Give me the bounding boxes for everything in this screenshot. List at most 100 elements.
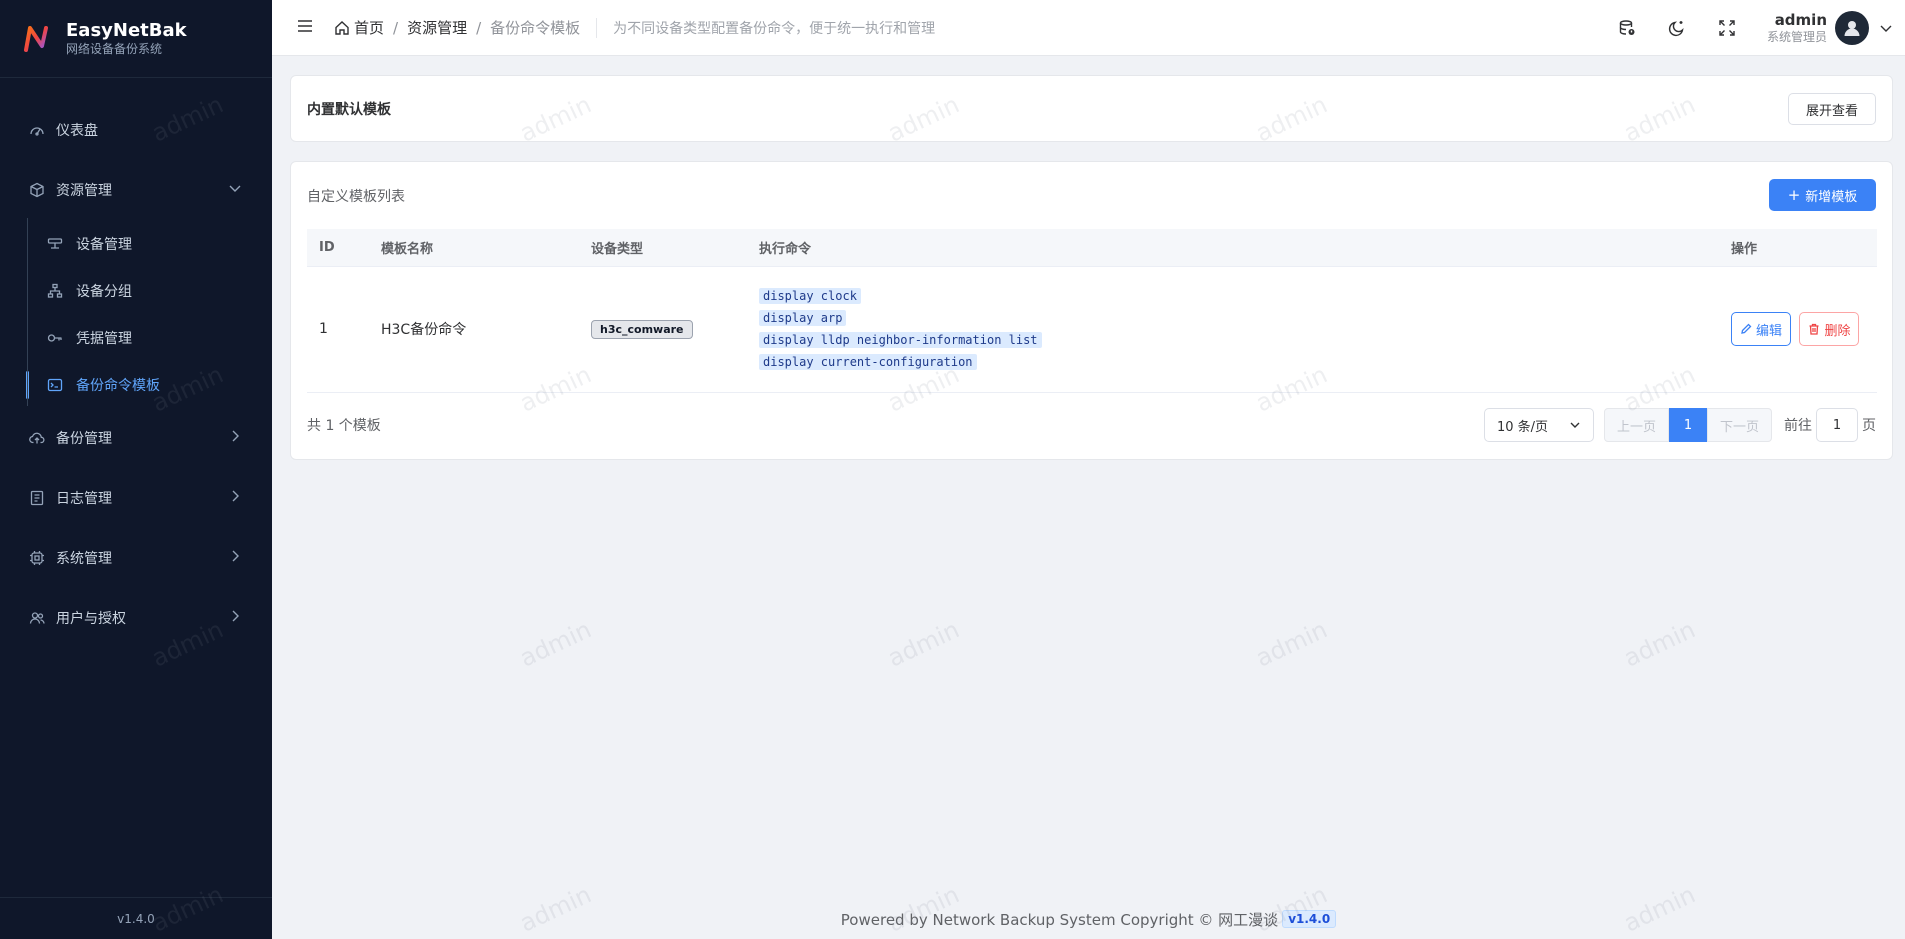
chevron-right-icon — [228, 549, 242, 567]
cell-id: 1 — [307, 266, 369, 393]
expand-view-button[interactable]: 展开查看 — [1788, 93, 1876, 125]
edit-label: 编辑 — [1756, 323, 1783, 339]
watermark-text: admin — [1619, 615, 1700, 673]
chevron-right-icon — [228, 429, 242, 447]
header-divider — [596, 17, 598, 38]
pencil-icon — [1740, 323, 1752, 335]
column-header-id[interactable]: ID — [307, 229, 369, 267]
database-icon[interactable] — [1617, 18, 1637, 38]
page-number-current[interactable]: 1 — [1669, 408, 1707, 442]
sidebar-item-device-management[interactable]: 设备管理 — [0, 220, 272, 267]
moon-icon[interactable] — [1667, 18, 1687, 38]
total-count: 共 1 个模板 — [307, 418, 381, 434]
device-type-tag: h3c_comware — [591, 319, 693, 339]
sidebar-item-label: 用户与授权 — [56, 611, 126, 627]
sitemap-icon — [46, 282, 64, 300]
command-list: display clock display arp display lldp n… — [759, 288, 1719, 370]
command-item: display lldp neighbor-information list — [759, 332, 1042, 348]
home-icon — [334, 20, 350, 36]
sidebar-item-device-groups[interactable]: 设备分组 — [0, 267, 272, 314]
sidebar-item-label: 仪表盘 — [56, 123, 98, 139]
watermark-text: admin — [883, 615, 964, 673]
goto-page-input[interactable] — [1816, 408, 1858, 442]
breadcrumb-separator: / — [393, 18, 399, 37]
edit-button[interactable]: 编辑 — [1731, 312, 1792, 346]
logo-icon — [24, 25, 48, 52]
add-template-label: 新增模板 — [1805, 189, 1858, 205]
resources-submenu: 设备管理 设备分组 凭据管理 备份命令模板 — [0, 220, 272, 408]
page-size-value: 10 条/页 — [1497, 419, 1549, 435]
column-header-actions: 操作 — [1719, 229, 1877, 267]
cell-template-name: H3C备份命令 — [369, 266, 579, 393]
next-page-button[interactable]: 下一页 — [1707, 408, 1772, 442]
page-footer: Powered by Network Backup System Copyrig… — [272, 907, 1905, 931]
pagination: 10 条/页 上一页 1 下一页 前往 页 — [1484, 408, 1876, 442]
plus-icon: + — [1787, 185, 1801, 204]
page-description: 为不同设备类型配置备份命令，便于统一执行和管理 — [613, 20, 936, 37]
column-header-name[interactable]: 模板名称 — [369, 229, 579, 267]
breadcrumb-home[interactable]: 首页 — [354, 17, 384, 38]
sidebar-item-label: 凭据管理 — [76, 330, 132, 347]
sidebar-nav: 仪表盘 资源管理 设备管理 设备分组 凭据管理 备份命令模板 备份管理 日志管理… — [0, 78, 272, 648]
sidebar-item-users[interactable]: 用户与授权 — [0, 588, 272, 648]
menu-toggle-icon[interactable] — [296, 17, 314, 39]
dashboard-icon — [28, 121, 46, 139]
cloud-upload-icon — [28, 429, 46, 447]
top-header: 首页 / 资源管理 / 备份命令模板 为不同设备类型配置备份命令，便于统一执行和… — [272, 0, 1905, 56]
cell-device-type: h3c_comware — [579, 266, 747, 393]
goto-page: 前往 页 — [1784, 408, 1876, 442]
breadcrumb-current: 备份命令模板 — [490, 19, 581, 37]
chevron-right-icon — [228, 489, 242, 507]
column-header-commands[interactable]: 执行命令 — [747, 229, 1719, 267]
sidebar-item-label: 设备管理 — [76, 236, 132, 253]
fullscreen-icon[interactable] — [1717, 18, 1737, 38]
footer-text: Powered by Network Backup System Copyrig… — [840, 910, 1279, 929]
prev-page-button[interactable]: 上一页 — [1604, 408, 1669, 442]
watermark-text: admin — [1251, 615, 1332, 673]
avatar[interactable] — [1835, 11, 1869, 45]
builtin-templates-title: 内置默认模板 — [307, 102, 391, 118]
brand-name: EasyNetBak — [66, 19, 187, 41]
user-role: 系统管理员 — [1766, 29, 1827, 44]
delete-button[interactable]: 删除 — [1799, 312, 1860, 346]
goto-suffix: 页 — [1862, 418, 1876, 434]
goto-prefix: 前往 — [1784, 418, 1812, 434]
chevron-down-icon — [1569, 419, 1581, 431]
log-icon — [28, 489, 46, 507]
table-row: 1 H3C备份命令 h3c_comware display clock disp… — [307, 266, 1877, 393]
sidebar: EasyNetBak 网络设备备份系统 仪表盘 资源管理 设备管理 设备分组 凭… — [0, 0, 272, 939]
user-menu[interactable]: admin 系统管理员 — [1767, 11, 1893, 45]
sidebar-item-label: 系统管理 — [56, 551, 112, 567]
sidebar-item-label: 备份命令模板 — [76, 377, 160, 394]
sidebar-item-backup[interactable]: 备份管理 — [0, 408, 272, 468]
sidebar-item-label: 日志管理 — [56, 491, 112, 507]
sidebar-item-label: 备份管理 — [56, 431, 112, 447]
page-size-select[interactable]: 10 条/页 — [1484, 408, 1594, 442]
watermark-text: admin — [515, 615, 596, 673]
cpu-icon — [28, 549, 46, 567]
submenu-guide-line — [27, 218, 28, 406]
trash-icon — [1808, 323, 1820, 335]
sidebar-item-credentials[interactable]: 凭据管理 — [0, 314, 272, 361]
sidebar-item-label: 设备分组 — [76, 283, 132, 300]
sidebar-item-backup-templates[interactable]: 备份命令模板 — [0, 361, 272, 408]
sidebar-version: v1.4.0 — [0, 897, 272, 939]
add-template-button[interactable]: + 新增模板 — [1769, 179, 1876, 211]
brand[interactable]: EasyNetBak 网络设备备份系统 — [0, 0, 272, 78]
templates-table: ID 模板名称 设备类型 执行命令 操作 1 H3C备份命令 h3c_comwa… — [307, 229, 1877, 393]
sidebar-item-label: 资源管理 — [56, 183, 112, 199]
command-item: display current-configuration — [759, 354, 977, 370]
cell-actions: 编辑 删除 — [1719, 266, 1877, 393]
command-item: display arp — [759, 310, 847, 326]
column-header-device-type[interactable]: 设备类型 — [579, 229, 747, 267]
sidebar-item-resources[interactable]: 资源管理 — [0, 160, 272, 220]
cell-commands: display clock display arp display lldp n… — [747, 266, 1719, 393]
chevron-right-icon — [228, 609, 242, 627]
header-actions: admin 系统管理员 — [1617, 0, 1905, 56]
breadcrumb-resources[interactable]: 资源管理 — [407, 17, 467, 38]
sidebar-item-logs[interactable]: 日志管理 — [0, 468, 272, 528]
custom-templates-title: 自定义模板列表 — [307, 189, 405, 205]
box-icon — [28, 181, 46, 199]
sidebar-item-dashboard[interactable]: 仪表盘 — [0, 100, 272, 160]
sidebar-item-system[interactable]: 系统管理 — [0, 528, 272, 588]
